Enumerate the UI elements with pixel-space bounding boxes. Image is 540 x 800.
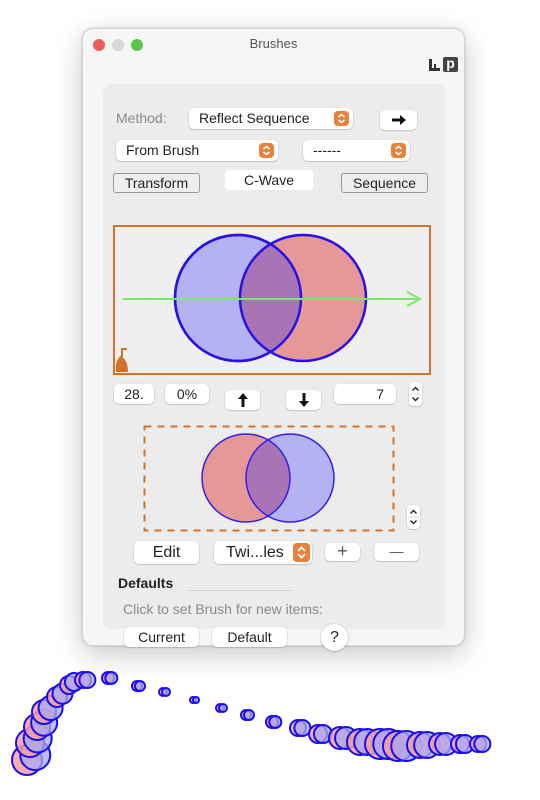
arrow-down-icon (298, 393, 309, 407)
trail-circle-blue (161, 687, 171, 697)
trail-circle-blue (268, 715, 283, 729)
count-value: 7 (376, 386, 384, 402)
transform-button[interactable]: Transform (113, 173, 200, 193)
brush-canvas (143, 425, 395, 532)
layout-l-icon[interactable] (428, 58, 440, 72)
popup-arrows-icon (334, 111, 349, 126)
popup-arrows-icon (293, 543, 310, 562)
add-brush-button[interactable]: + (325, 542, 360, 561)
c-wave-button[interactable]: C-Wave (225, 170, 313, 190)
trail-stamp (101, 671, 119, 685)
arrow-up-icon (237, 393, 248, 407)
trail-circle-blue (104, 671, 119, 685)
window-title: Brushes (249, 36, 298, 51)
brush-path-preview[interactable] (113, 225, 431, 375)
current-button[interactable]: Current (124, 627, 199, 647)
method-popup[interactable]: Reflect Sequence (189, 108, 353, 129)
window-accessory-icons: p (428, 56, 458, 72)
anchor-icon[interactable] (116, 348, 128, 372)
count-stepper[interactable] (409, 382, 422, 406)
percent-field[interactable]: 0% (165, 384, 209, 404)
method-label: Method: (116, 110, 167, 126)
trail-circle-blue (78, 671, 97, 689)
trail-circle-blue (243, 709, 255, 721)
trail-circle-blue (192, 696, 200, 704)
brush-preset-popup[interactable]: Twi...les (214, 541, 312, 564)
trail-stamp (265, 715, 283, 729)
sequence-button[interactable]: Sequence (341, 173, 428, 193)
inspector-panel: Method: Reflect Sequence From Brush ----… (103, 84, 445, 651)
secondary-popup[interactable]: ------ (303, 140, 410, 161)
trail-stamp (240, 709, 255, 721)
trail-circle-blue (218, 703, 228, 713)
popup-arrows-icon (391, 143, 406, 158)
move-up-button[interactable] (225, 390, 260, 410)
default-button[interactable]: Default (212, 627, 287, 647)
trail-stamp (158, 687, 171, 697)
trail-stamp (74, 671, 97, 689)
trail-circle-blue (134, 680, 146, 692)
defaults-hint: Click to set Brush for new items: (123, 601, 323, 617)
trail-stamp (289, 719, 312, 737)
preview-canvas (116, 233, 423, 372)
help-button[interactable]: ? (321, 624, 348, 651)
brush-preset-value: Twi...les (226, 544, 284, 561)
trail-stamp (215, 703, 228, 713)
count-field[interactable]: 7 (334, 384, 396, 404)
secondary-popup-value: ------ (313, 142, 341, 158)
size-value: 28. (124, 386, 144, 402)
trail-circle-blue (473, 735, 492, 753)
p-badge-icon[interactable]: p (443, 56, 458, 72)
trail-stamp (189, 696, 200, 704)
edit-button[interactable]: Edit (134, 541, 199, 564)
method-popup-value: Reflect Sequence (199, 110, 310, 126)
apply-method-button[interactable] (380, 110, 417, 130)
move-down-button[interactable] (286, 390, 321, 410)
arrow-right-icon (391, 115, 406, 125)
trail-stamp (131, 680, 146, 692)
brush-stepper[interactable] (407, 505, 420, 529)
percent-value: 0% (176, 386, 198, 402)
defaults-heading: Defaults (118, 575, 174, 591)
trail-circle-blue (293, 719, 312, 737)
brush-shape-preview[interactable] (143, 425, 395, 532)
source-popup[interactable]: From Brush (116, 140, 278, 161)
brushes-window: Brushes p Method: Reflect Sequence From … (82, 28, 465, 651)
trail-stamp (469, 735, 492, 753)
brush-stroke-trail (11, 671, 492, 776)
size-field[interactable]: 28. (114, 384, 154, 404)
popup-arrows-icon (259, 143, 274, 158)
defaults-separator (189, 590, 291, 591)
remove-brush-button[interactable]: — (374, 543, 419, 561)
source-popup-value: From Brush (126, 142, 200, 158)
